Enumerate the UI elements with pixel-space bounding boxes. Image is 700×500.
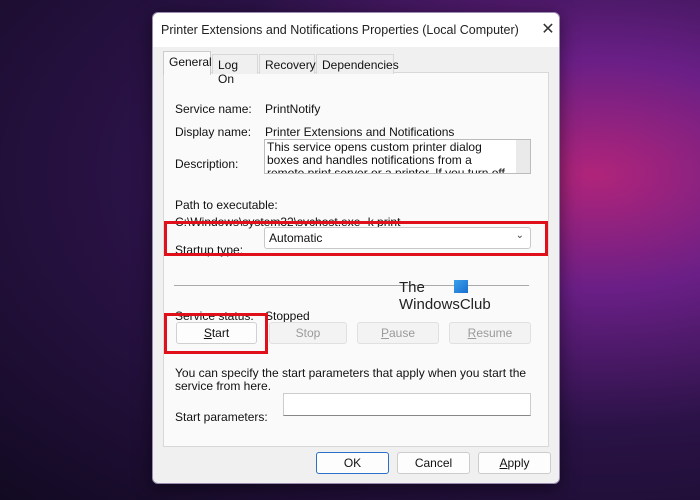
start-params-label: Start parameters: <box>175 410 268 424</box>
description-label: Description: <box>175 157 239 171</box>
stop-button: Stop <box>269 322 347 344</box>
display-name-label: Display name: <box>175 125 252 139</box>
description-text: This service opens custom printer dialog… <box>267 140 505 174</box>
tab-log-on[interactable]: Log On <box>212 54 258 86</box>
window-title: Printer Extensions and Notifications Pro… <box>161 23 519 37</box>
start-button[interactable]: Start <box>176 322 257 344</box>
resume-button: Resume <box>449 322 531 344</box>
tab-general[interactable]: General <box>163 51 212 75</box>
service-name-value[interactable]: PrintNotify <box>265 102 320 116</box>
apply-button[interactable]: Apply <box>478 452 551 474</box>
title-bar[interactable]: Printer Extensions and Notifications Pro… <box>153 13 559 47</box>
watermark-logo: The WindowsClub <box>399 279 491 313</box>
service-name-label: Service name: <box>175 102 252 116</box>
close-icon[interactable]: ✕ <box>537 19 559 41</box>
path-label: Path to executable: <box>175 198 278 212</box>
startup-type-value: Automatic <box>269 231 323 245</box>
tab-recovery[interactable]: Recovery <box>259 54 316 74</box>
display-name-value[interactable]: Printer Extensions and Notifications <box>265 125 454 139</box>
start-params-input[interactable] <box>283 393 531 416</box>
tab-panel-general: Service name: PrintNotify Display name: … <box>163 72 549 447</box>
tab-dependencies[interactable]: Dependencies <box>316 54 399 74</box>
chevron-down-icon: ⌄ <box>515 230 524 241</box>
windowsclub-logo-icon <box>454 280 468 293</box>
startup-type-select[interactable]: Automatic ⌄ <box>264 227 531 249</box>
start-params-hint: You can specify the start parameters tha… <box>175 366 527 393</box>
watermark-line1: The <box>399 279 425 296</box>
service-status-value: Stopped <box>265 309 310 323</box>
watermark-line2: WindowsClub <box>399 296 491 313</box>
description-scrollbar[interactable] <box>516 140 530 173</box>
cancel-button[interactable]: Cancel <box>397 452 470 474</box>
properties-dialog: Printer Extensions and Notifications Pro… <box>152 12 560 484</box>
ok-button[interactable]: OK <box>316 452 389 474</box>
description-box[interactable]: This service opens custom printer dialog… <box>264 139 531 174</box>
pause-button: Pause <box>357 322 439 344</box>
